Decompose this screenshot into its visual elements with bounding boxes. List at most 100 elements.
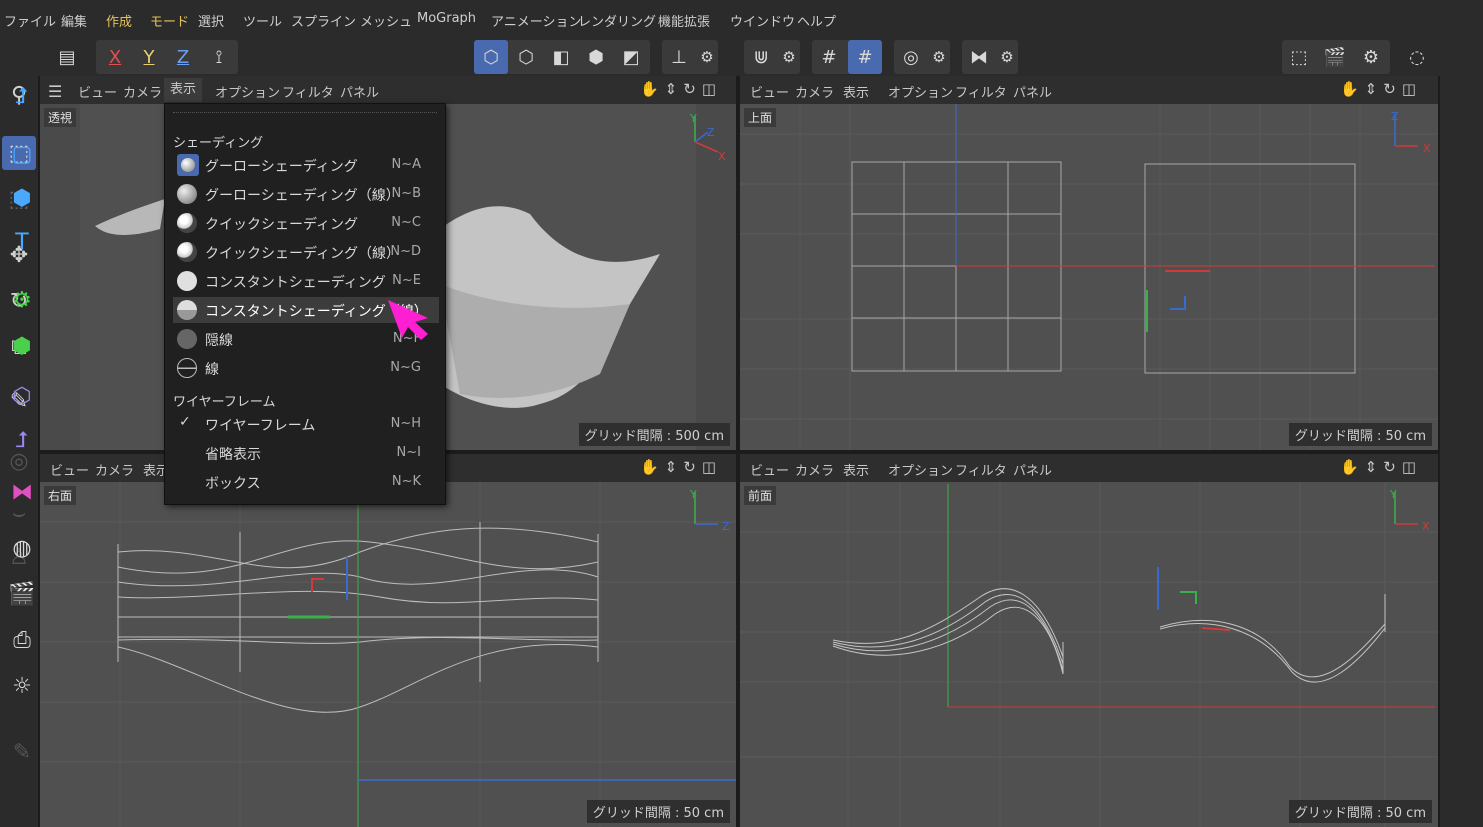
menu-window[interactable]: ウインドウ <box>730 11 795 30</box>
menu-item-gouraud-shading[interactable]: グーローシェーディング N~A <box>173 152 439 178</box>
shading-section-header: シェーディング <box>173 136 264 151</box>
generator-icon[interactable]: ⚙ <box>4 282 40 318</box>
menu-item-gouraud-shading-lines[interactable]: グーローシェーディング（線） N~B <box>173 181 439 207</box>
vp4-menu-filter[interactable]: フィルタ <box>955 460 1007 479</box>
vp2-menu-options[interactable]: オプション <box>888 82 953 101</box>
axis-y-button[interactable]: Y <box>132 40 166 74</box>
menu-item-isoparms[interactable]: 省略表示 N~I <box>173 440 439 466</box>
vp3-menu-view[interactable]: ビュー <box>50 460 89 479</box>
null-object-icon[interactable]: ⮥ <box>4 78 40 114</box>
polygon-mode-icon[interactable]: ⬢ <box>579 40 613 74</box>
menu-tools[interactable]: ツール <box>243 11 282 30</box>
menu-file[interactable]: ファイル <box>4 11 56 30</box>
scene-environment-icon[interactable]: ◍ <box>4 530 40 566</box>
gouraud-lines-icon <box>177 184 197 204</box>
model-mode-icon: ⬡ <box>483 46 499 68</box>
menu-edit[interactable]: 編集 <box>61 11 87 30</box>
spline-rectangle-icon[interactable]: ▢ <box>4 136 40 172</box>
isoparms-label: 省略表示 <box>205 447 261 463</box>
menu-item-constant-shading-lines[interactable]: コンスタントシェーディング（線） <box>173 297 439 323</box>
vp4-nav-icons[interactable]: ✋⇕↻◫ <box>1340 458 1422 476</box>
hidden-line-icon <box>177 329 197 349</box>
vp1-menu-panel[interactable]: パネル <box>340 82 379 101</box>
vp1-menu-filter[interactable]: フィルタ <box>282 82 334 101</box>
render-view-icon[interactable]: 🎬 <box>1318 40 1352 74</box>
light-icon[interactable]: ☼ <box>4 668 40 704</box>
menu-item-lines[interactable]: 線 N~G <box>173 355 439 381</box>
field-icon[interactable]: ⧓ <box>4 474 40 510</box>
constant-shading-label: コンスタントシェーディング <box>205 275 386 291</box>
vp1-menu-display[interactable]: 表示 <box>164 78 203 102</box>
vp2-menu-filter[interactable]: フィルタ <box>955 82 1007 101</box>
cube-icon[interactable]: ⬢ <box>4 180 40 216</box>
edge-mode-icon[interactable]: ◧ <box>544 40 578 74</box>
vp2-menu-camera[interactable]: カメラ <box>795 82 834 101</box>
menu-item-constant-shading[interactable]: コンスタントシェーディング N~E <box>173 268 439 294</box>
menu-mesh[interactable]: メッシュ <box>360 11 412 30</box>
lines-icon <box>177 358 197 378</box>
menu-mode[interactable]: モード <box>150 11 189 30</box>
axis-x-button[interactable]: X <box>98 40 132 74</box>
menu-select[interactable]: 選択 <box>198 11 224 30</box>
vp2-menu-panel[interactable]: パネル <box>1013 82 1052 101</box>
front-axis-y-label: Y <box>1389 488 1397 501</box>
vp4-menu-display[interactable]: 表示 <box>843 460 869 479</box>
deformer-icon[interactable]: ⬡ <box>4 378 40 414</box>
right-grid-spacing: グリッド間隔 : 50 cm <box>586 800 730 823</box>
vp1-menu-camera[interactable]: カメラ <box>123 82 162 101</box>
menu-extensions[interactable]: 機能拡張 <box>658 11 710 30</box>
front-scene: Y X <box>740 482 1438 827</box>
axis-z-button[interactable]: Z <box>166 40 200 74</box>
vp1-nav-icons[interactable]: ✋⇕↻◫ <box>640 80 722 98</box>
menu-item-quick-shading[interactable]: クイックシェーディング N~C <box>173 210 439 236</box>
vp1-menu-options[interactable]: オプション <box>215 82 280 101</box>
vp3-menu-camera[interactable]: カメラ <box>95 460 134 479</box>
vp4-menu-camera[interactable]: カメラ <box>795 460 834 479</box>
menu-mograph[interactable]: MoGraph <box>417 11 476 26</box>
viewport-right[interactable]: Y Z 右面 グリッド間隔 : 50 cm <box>40 482 736 827</box>
render-settings-icon[interactable]: ⚙ <box>1354 40 1388 74</box>
subdivision-icon[interactable]: ⬢ <box>4 328 40 364</box>
vp4-menu-options[interactable]: オプション <box>888 460 953 479</box>
viewport-front[interactable]: Y X 前面 グリッド間隔 : 50 cm <box>740 482 1438 827</box>
text-spline-icon[interactable]: T <box>4 224 40 260</box>
vp4-menu-panel[interactable]: パネル <box>1013 460 1052 479</box>
menu-item-quick-shading-lines[interactable]: クイックシェーディング（線） N~D <box>173 239 439 265</box>
menu-item-wireframe[interactable]: ✓ ワイヤーフレーム N~H <box>173 411 439 437</box>
symmetry-settings-gear-icon[interactable]: ⚙ <box>990 40 1024 74</box>
dropdown-tearoff[interactable] <box>173 112 437 113</box>
bend-deformer-icon[interactable]: ⮥ <box>4 422 40 458</box>
undo-history-icon[interactable]: ▤ <box>50 40 84 74</box>
menu-spline[interactable]: スプライン <box>291 11 356 30</box>
vp2-nav-icons[interactable]: ✋⇕↻◫ <box>1340 80 1422 98</box>
top-axis-z-label: Z <box>1391 110 1399 123</box>
menu-create[interactable]: 作成 <box>106 11 132 30</box>
camera-object-icon[interactable]: ⎙ <box>4 622 40 658</box>
menu-render[interactable]: レンダリング <box>578 11 656 30</box>
render-region-icon[interactable]: ⬚ <box>1282 40 1316 74</box>
menu-item-box[interactable]: ボックス N~K <box>173 469 439 495</box>
interactive-render-icon[interactable]: ◌ <box>1400 40 1434 74</box>
menu-animation[interactable]: アニメーション <box>491 11 581 30</box>
coordinate-system-icon[interactable]: ⟟ <box>202 40 236 74</box>
menu-item-hidden-line[interactable]: 隠線 N~F <box>173 326 439 352</box>
vp4-menu-view[interactable]: ビュー <box>750 460 789 479</box>
point-mode-icon[interactable]: ⬡ <box>509 40 543 74</box>
axis-settings-gear-icon[interactable]: ⚙ <box>690 40 724 74</box>
snap-settings-gear-icon[interactable]: ⚙ <box>772 40 806 74</box>
camera-clapper-icon[interactable]: 🎬 <box>4 576 40 612</box>
vp2-menu-display[interactable]: 表示 <box>843 82 869 101</box>
right-scene: Y Z <box>40 482 736 827</box>
quick-shading-shortcut: N~C <box>391 215 421 230</box>
menu-help[interactable]: ヘルプ <box>797 11 836 30</box>
uv-mode-icon[interactable]: ◩ <box>614 40 648 74</box>
vp3-nav-icons[interactable]: ✋⇕↻◫ <box>640 458 722 476</box>
paint-icon[interactable]: ✎ <box>4 734 40 770</box>
viewport-top[interactable]: Z X 上面 グリッド間隔 : 50 cm <box>740 104 1438 450</box>
grid-snap-icon[interactable]: # <box>812 40 846 74</box>
hamburger-menu-icon[interactable]: ☰ <box>48 82 62 101</box>
vp1-menu-view[interactable]: ビュー <box>78 82 117 101</box>
solo-settings-gear-icon[interactable]: ⚙ <box>922 40 956 74</box>
quick-shading-icon <box>177 213 197 233</box>
vp2-menu-view[interactable]: ビュー <box>750 82 789 101</box>
